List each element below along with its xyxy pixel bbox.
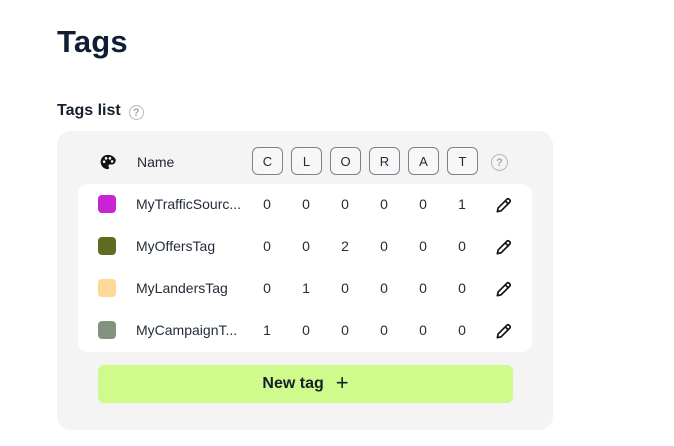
pencil-icon[interactable]	[494, 195, 514, 215]
count-l: 0	[302, 322, 310, 338]
count-l: 1	[302, 280, 310, 296]
count-a: 0	[419, 238, 427, 254]
count-t: 1	[458, 196, 466, 212]
count-c: 0	[263, 280, 271, 296]
column-o-button[interactable]: O	[330, 147, 361, 175]
count-r: 0	[380, 280, 388, 296]
table-row: MyTrafficSourc... 0 0 0 0 0 1	[78, 184, 532, 226]
column-t-button[interactable]: T	[447, 147, 478, 175]
column-l-button[interactable]: L	[291, 147, 322, 175]
tag-name: MyTrafficSourc...	[136, 196, 242, 212]
count-a: 0	[419, 322, 427, 338]
column-c-button[interactable]: C	[252, 147, 283, 175]
count-a: 0	[419, 280, 427, 296]
count-a: 0	[419, 196, 427, 212]
table-row: MyCampaignT... 1 0 0 0 0 0	[78, 310, 532, 352]
count-o: 2	[341, 238, 349, 254]
pencil-icon[interactable]	[494, 279, 514, 299]
tag-color-swatch	[98, 195, 116, 213]
table-header: Name C L O R A T ?	[57, 131, 553, 184]
name-column-header[interactable]: Name	[137, 154, 174, 170]
count-o: 0	[341, 322, 349, 338]
count-t: 0	[458, 322, 466, 338]
count-r: 0	[380, 322, 388, 338]
tag-color-swatch	[98, 279, 116, 297]
palette-icon	[100, 154, 116, 170]
tag-color-swatch	[98, 321, 116, 339]
count-o: 0	[341, 196, 349, 212]
tags-list-heading: Tags list ?	[57, 102, 144, 120]
tag-name: MyLandersTag	[136, 280, 228, 296]
page-title: Tags	[57, 24, 128, 59]
help-icon[interactable]: ?	[128, 105, 144, 120]
tag-name: MyOffersTag	[136, 238, 216, 254]
count-o: 0	[341, 280, 349, 296]
count-r: 0	[380, 196, 388, 212]
column-a-button[interactable]: A	[408, 147, 439, 175]
count-c: 0	[263, 196, 271, 212]
count-l: 0	[302, 238, 310, 254]
new-tag-button[interactable]: New tag +	[98, 365, 513, 403]
tag-name: MyCampaignT...	[136, 322, 238, 338]
column-r-button[interactable]: R	[369, 147, 400, 175]
new-tag-label: New tag	[262, 375, 324, 392]
pencil-icon[interactable]	[494, 237, 514, 257]
tags-list-title: Tags list	[57, 102, 121, 119]
count-c: 1	[263, 322, 271, 338]
tags-table: MyTrafficSourc... 0 0 0 0 0 1 MyOffersTa…	[78, 184, 532, 352]
count-l: 0	[302, 196, 310, 212]
count-t: 0	[458, 280, 466, 296]
table-row: MyOffersTag 0 0 2 0 0 0	[78, 226, 532, 268]
tags-panel: Name C L O R A T ? MyTrafficSourc... 0 0…	[57, 131, 553, 430]
count-r: 0	[380, 238, 388, 254]
pencil-icon[interactable]	[494, 321, 514, 341]
columns-help-icon[interactable]: ?	[491, 154, 508, 171]
table-row: MyLandersTag 0 1 0 0 0 0	[78, 268, 532, 310]
tag-color-swatch	[98, 237, 116, 255]
count-t: 0	[458, 238, 466, 254]
count-c: 0	[263, 238, 271, 254]
plus-icon: +	[335, 370, 349, 395]
